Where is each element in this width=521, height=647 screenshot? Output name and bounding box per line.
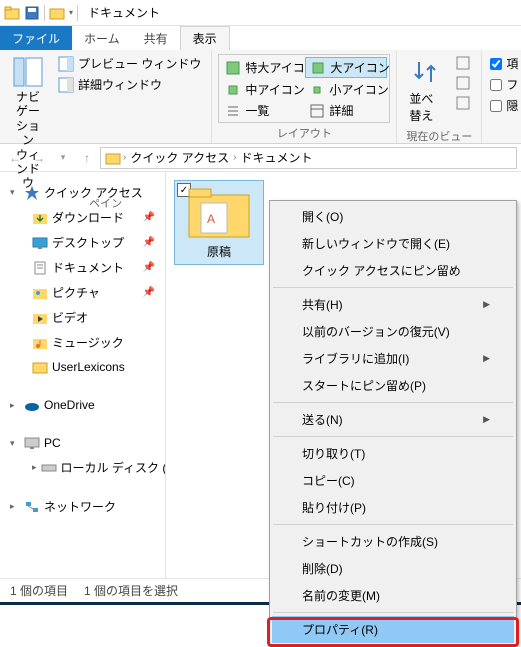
- svg-text:A: A: [207, 212, 215, 226]
- sort-opt-3[interactable]: [451, 94, 475, 112]
- titlebar: ▾ ドキュメント: [0, 0, 521, 26]
- nav-network[interactable]: ▸ネットワーク: [4, 494, 161, 519]
- folder-icon: [4, 5, 20, 21]
- titlebar-divider: [77, 5, 78, 21]
- pin-icon: 📌: [143, 287, 155, 298]
- nav-pictures[interactable]: ピクチャ📌: [4, 280, 161, 305]
- nav-videos[interactable]: ビデオ: [4, 305, 161, 330]
- layout-list[interactable]: 一覧: [221, 101, 303, 120]
- ribbon-group-sort: 並べ替え 現在のビュー: [397, 50, 482, 143]
- address-bar: ← → ▾ ↑ › クイック アクセス › ドキュメント: [0, 144, 521, 172]
- menu-separator: [273, 612, 513, 613]
- pin-icon: 📌: [143, 262, 155, 273]
- menu-properties[interactable]: プロパティ(R): [272, 616, 514, 643]
- pin-icon: 📌: [143, 212, 155, 223]
- details-window-label: 詳細ウィンドウ: [78, 76, 162, 93]
- sort-opt-1[interactable]: [451, 54, 475, 72]
- titlebar-divider: [44, 5, 45, 21]
- ribbon-group-pane: ナビゲーション ウィンドウ プレビュー ウィンドウ 詳細ウィンドウ ペイン: [0, 50, 212, 143]
- nav-documents[interactable]: ドキュメント📌: [4, 255, 161, 280]
- breadcrumb-icon: [105, 150, 121, 166]
- tab-file[interactable]: ファイル: [0, 26, 72, 50]
- sort-label: 並べ替え: [409, 90, 441, 124]
- navigation-pane: ▾クイック アクセス ダウンロード📌 デスクトップ📌 ドキュメント📌 ピクチャ📌…: [0, 172, 166, 578]
- layout-xl-icons[interactable]: 特大アイコン: [221, 57, 303, 78]
- folder-icon: A: [187, 185, 251, 239]
- menu-copy[interactable]: コピー(C): [272, 467, 514, 494]
- ribbon-group-layout-label: レイアウト: [218, 123, 390, 141]
- crumb-quick-access[interactable]: クイック アクセス: [128, 149, 231, 166]
- folder-open-icon[interactable]: [49, 5, 65, 21]
- crumb-documents[interactable]: ドキュメント: [238, 149, 314, 166]
- submenu-arrow-icon: ▶: [483, 353, 490, 364]
- menu-separator: [273, 402, 513, 403]
- menu-add-library[interactable]: ライブラリに追加(I)▶: [272, 345, 514, 372]
- menu-separator: [273, 287, 513, 288]
- details-window-button[interactable]: 詳細ウィンドウ: [54, 75, 205, 94]
- layout-grid: 特大アイコン 大アイコン 中アイコン 小アイコン 一覧 詳細: [218, 54, 390, 123]
- menu-share[interactable]: 共有(H)▶: [272, 291, 514, 318]
- menu-rename[interactable]: 名前の変更(M): [272, 582, 514, 609]
- menu-send-to[interactable]: 送る(N)▶: [272, 406, 514, 433]
- nav-desktop[interactable]: デスクトップ📌: [4, 230, 161, 255]
- preview-window-label: プレビュー ウィンドウ: [78, 55, 201, 72]
- sort-button[interactable]: 並べ替え: [403, 54, 447, 126]
- option-check-2[interactable]: フ: [488, 75, 520, 94]
- option-check-3[interactable]: 隠: [488, 96, 520, 115]
- up-button[interactable]: ↑: [76, 147, 98, 169]
- ribbon-group-sort-label: 現在のビュー: [403, 126, 475, 144]
- submenu-arrow-icon: ▶: [483, 299, 490, 310]
- pin-icon: 📌: [143, 237, 155, 248]
- chevron-right-icon[interactable]: ›: [123, 152, 126, 163]
- menu-paste[interactable]: 貼り付け(P): [272, 494, 514, 521]
- ribbon: ナビゲーション ウィンドウ プレビュー ウィンドウ 詳細ウィンドウ ペイン 特大…: [0, 50, 521, 144]
- tab-home[interactable]: ホーム: [72, 26, 132, 50]
- menu-pin-quick-access[interactable]: クイック アクセスにピン留め: [272, 257, 514, 284]
- save-icon[interactable]: [24, 5, 40, 21]
- nav-music[interactable]: ミュージック: [4, 330, 161, 355]
- sort-opt-2[interactable]: [451, 74, 475, 92]
- folder-item[interactable]: ✓ A 原稿: [174, 180, 264, 265]
- layout-medium-icons[interactable]: 中アイコン: [221, 80, 303, 99]
- menu-open-new-window[interactable]: 新しいウィンドウで開く(E): [272, 230, 514, 257]
- status-selected-count: 1 個の項目を選択: [84, 582, 178, 599]
- forward-button[interactable]: →: [28, 147, 50, 169]
- tab-view[interactable]: 表示: [180, 26, 230, 50]
- menu-open[interactable]: 開く(O): [272, 203, 514, 230]
- ribbon-group-layout: 特大アイコン 大アイコン 中アイコン 小アイコン 一覧 詳細 レイアウト: [212, 50, 397, 143]
- option-check-1[interactable]: 項: [488, 54, 520, 73]
- context-menu: 開く(O) 新しいウィンドウで開く(E) クイック アクセスにピン留め 共有(H…: [269, 200, 517, 646]
- menu-delete[interactable]: 削除(D): [272, 555, 514, 582]
- nav-pc[interactable]: ▾PC: [4, 431, 161, 455]
- back-button[interactable]: ←: [4, 147, 26, 169]
- preview-window-button[interactable]: プレビュー ウィンドウ: [54, 54, 205, 73]
- ribbon-group-options: 項 フ 隠: [482, 50, 521, 143]
- menu-restore-version[interactable]: 以前のバージョンの復元(V): [272, 318, 514, 345]
- menu-pin-start[interactable]: スタートにピン留め(P): [272, 372, 514, 399]
- window-title: ドキュメント: [88, 4, 160, 21]
- menu-cut[interactable]: 切り取り(T): [272, 440, 514, 467]
- menu-create-shortcut[interactable]: ショートカットの作成(S): [272, 528, 514, 555]
- breadcrumb[interactable]: › クイック アクセス › ドキュメント: [100, 147, 517, 169]
- recent-button[interactable]: ▾: [52, 147, 74, 169]
- status-item-count: 1 個の項目: [10, 582, 68, 599]
- layout-large-icons[interactable]: 大アイコン: [305, 57, 387, 78]
- layout-details[interactable]: 詳細: [305, 101, 387, 120]
- menu-separator: [273, 436, 513, 437]
- nav-quick-access[interactable]: ▾クイック アクセス: [4, 180, 161, 205]
- nav-download[interactable]: ダウンロード📌: [4, 205, 161, 230]
- nav-onedrive[interactable]: ▸OneDrive: [4, 393, 161, 417]
- dropdown-arrow-icon[interactable]: ▾: [69, 8, 73, 17]
- chevron-right-icon[interactable]: ›: [233, 152, 236, 163]
- menu-separator: [273, 524, 513, 525]
- nav-local-disk[interactable]: ▸ローカル ディスク (C: [4, 455, 161, 480]
- layout-small-icons[interactable]: 小アイコン: [305, 80, 387, 99]
- nav-userlexicons[interactable]: UserLexicons: [4, 355, 161, 379]
- folder-label: 原稿: [207, 243, 231, 260]
- ribbon-tabs: ファイル ホーム 共有 表示: [0, 26, 521, 50]
- tab-share[interactable]: 共有: [132, 26, 180, 50]
- submenu-arrow-icon: ▶: [483, 414, 490, 425]
